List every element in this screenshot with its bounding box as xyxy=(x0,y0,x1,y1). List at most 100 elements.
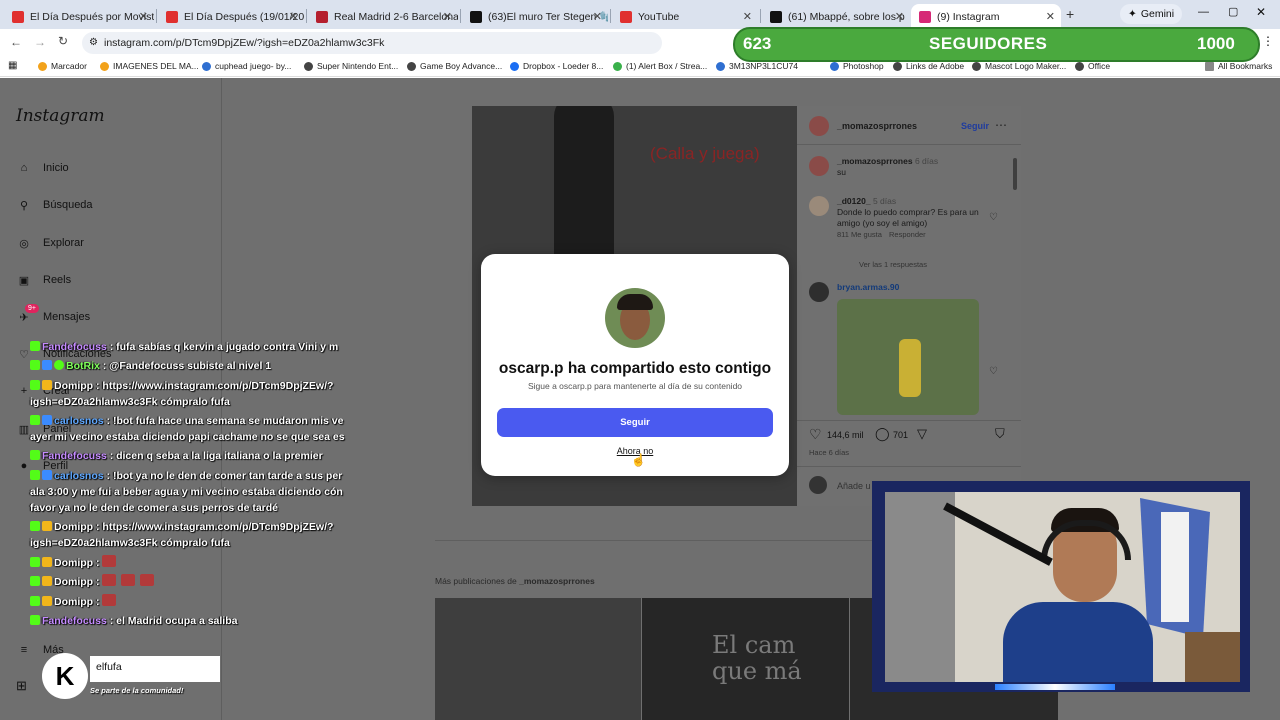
address-bar[interactable]: ⚙ instagram.com/p/DTcm9DpjZEw/?igsh=eDZ0… xyxy=(82,32,662,54)
bookmark[interactable]: cuphead juego- by... xyxy=(202,61,291,71)
flag-stripe-shape xyxy=(1161,512,1189,622)
chat-text: : xyxy=(96,596,100,608)
bookmark-icon[interactable]: ⛉ xyxy=(995,426,1005,442)
webcam-video xyxy=(885,492,1240,682)
bookmark[interactable]: 3M13NP3L1CU74 xyxy=(716,61,798,71)
share-dialog: oscarp.p ha compartido esto contigo Sigu… xyxy=(481,254,789,476)
share-icon[interactable]: ▽ xyxy=(917,426,927,442)
tab-active[interactable]: (9) Instagram ✕ xyxy=(911,4,1061,29)
comment-text: su xyxy=(837,167,846,177)
chat-line: carlosnos : !bot ya no le den de comer t… xyxy=(30,469,342,484)
avatar[interactable] xyxy=(809,196,829,216)
reply-link[interactable]: Responder xyxy=(889,230,926,239)
tab[interactable]: (63)El muro Ter Stegen 🧤#ta✕ xyxy=(462,4,608,29)
forward-icon[interactable]: → xyxy=(34,35,46,49)
chat-line: carlosnos : !bot fufa hace una semana se… xyxy=(30,414,343,429)
site-info-icon[interactable]: ⚙ xyxy=(89,32,98,54)
comment-text: Donde lo puedo comprar? Es para un amigo… xyxy=(837,207,979,228)
apps-icon[interactable]: ▦ xyxy=(8,60,17,71)
avatar[interactable] xyxy=(809,282,829,302)
back-icon[interactable]: ← xyxy=(10,35,22,49)
comment: _momazosprrones 6 días su xyxy=(837,156,1017,178)
tab-label: El Día Después por Movistar xyxy=(30,10,154,23)
chat-line: BotRix : @Fandefocuss subiste al nivel 1 xyxy=(30,359,271,374)
post-panel: _momazosprrones Seguir ⋯ _momazosprrones… xyxy=(797,106,1021,506)
webcam-frame xyxy=(872,481,1250,692)
heart-icon[interactable]: ♡ xyxy=(989,212,998,223)
chat-text: favor ya no le den de comer a sus perros… xyxy=(30,502,279,514)
dialog-title: oscarp.p ha compartido esto contigo xyxy=(498,360,772,377)
emote-icon xyxy=(102,555,117,567)
apps-grid-icon[interactable]: ⊞ xyxy=(16,678,27,694)
tab-label: YouTube xyxy=(638,10,680,23)
comment-image[interactable] xyxy=(837,299,979,415)
tab[interactable]: YouTube ✕ xyxy=(612,4,758,29)
close-icon[interactable]: ✕ xyxy=(743,10,752,23)
chat-text: : @Fandefocuss subiste al nivel 1 xyxy=(102,360,272,372)
add-comment-input[interactable]: Añade u xyxy=(837,481,871,491)
sidebar-item-home[interactable]: ⌂ Inicio xyxy=(16,160,69,176)
comment-icon[interactable]: ◯ xyxy=(875,426,890,442)
reload-icon[interactable]: ↻ xyxy=(58,34,68,48)
view-replies-link[interactable]: Ver las 1 respuestas xyxy=(859,260,927,269)
follow-button[interactable]: Seguir xyxy=(497,408,773,437)
follow-link[interactable]: Seguir xyxy=(961,121,989,131)
more-options-icon[interactable]: ⋯ xyxy=(995,118,1007,132)
avatar[interactable] xyxy=(809,116,829,136)
close-icon[interactable]: ✕ xyxy=(139,10,148,23)
bookmark[interactable]: IMAGENES DEL MA... xyxy=(100,61,199,71)
tab[interactable]: El Día Después (19/01/2026)✕ xyxy=(158,4,304,29)
grid-post[interactable]: El cam que má xyxy=(642,598,849,720)
bookmark[interactable]: Office xyxy=(1075,61,1110,71)
tab[interactable]: El Día Después por Movistar ✕ xyxy=(4,4,154,29)
sidebar-item-search[interactable]: ⚲ Búsqueda xyxy=(16,197,93,213)
tab-label: El Día Después (19/01/2026) xyxy=(184,10,304,23)
kick-badge-icon xyxy=(30,380,40,390)
bookmark[interactable]: Mascot Logo Maker... xyxy=(972,61,1066,71)
avatar[interactable] xyxy=(809,156,829,176)
scrollbar[interactable] xyxy=(1013,150,1018,410)
heart-icon[interactable]: ♡ xyxy=(989,366,998,377)
close-icon[interactable]: ✕ xyxy=(443,10,452,23)
close-icon[interactable]: ✕ xyxy=(1046,10,1055,23)
close-icon[interactable]: ✕ xyxy=(593,10,602,23)
kick-user-box: elfufa xyxy=(90,656,220,682)
instagram-logo[interactable]: Instagram xyxy=(16,106,105,126)
bookmark[interactable]: Dropbox - Loeder 8... xyxy=(510,61,603,71)
comment-user[interactable]: _momazosprrones xyxy=(837,156,913,166)
bookmark[interactable]: Game Boy Advance... xyxy=(407,61,502,71)
sidebar-item-reels[interactable]: ▣ Reels xyxy=(16,272,71,288)
tab[interactable]: Real Madrid 2-6 Barcelona (✕ xyxy=(308,4,458,29)
maximize-button[interactable]: ▢ xyxy=(1228,5,1238,18)
grid-post[interactable] xyxy=(435,598,641,720)
crown-badge-icon xyxy=(42,576,52,586)
tab-label: (9) Instagram xyxy=(937,10,1000,23)
bookmark[interactable]: Super Nintendo Ent... xyxy=(304,61,398,71)
close-icon[interactable]: ✕ xyxy=(895,10,904,23)
like-icon[interactable]: ♡ xyxy=(809,426,822,443)
gemini-button[interactable]: ✦ Gemini xyxy=(1120,4,1183,24)
tab[interactable]: (61) Mbappé, sobre los p ✕ xyxy=(762,4,910,29)
tab-favicon-icon xyxy=(770,10,782,23)
post-author[interactable]: _momazosprrones xyxy=(837,121,917,131)
more-posts-heading: Más publicaciones de _momazosprrones xyxy=(435,576,595,586)
sidebar-item-explore[interactable]: ◎ Explorar xyxy=(16,235,84,251)
all-bookmarks[interactable]: All Bookmarks xyxy=(1205,61,1272,71)
close-icon[interactable]: ✕ xyxy=(289,10,298,23)
chat-user: Domipp xyxy=(54,521,94,533)
more-posts-user[interactable]: _momazosprrones xyxy=(519,576,595,586)
comment-user[interactable]: _d0120_ xyxy=(837,196,871,206)
stream-chat-overlay: Fandefocuss : fufa sabías q kervin a jug… xyxy=(30,328,345,628)
kebab-menu-icon[interactable]: ⋮ xyxy=(1262,34,1274,48)
chat-line: favor ya no le den de comer a sus perros… xyxy=(30,501,278,516)
minimize-button[interactable]: — xyxy=(1198,6,1209,18)
bookmark[interactable]: Photoshop xyxy=(830,61,884,71)
comment-user[interactable]: bryan.armas.90 xyxy=(837,282,899,292)
chat-text: : !bot fufa hace una semana se mudaron m… xyxy=(106,415,344,427)
window-close-button[interactable]: ✕ xyxy=(1256,5,1266,19)
new-tab-button[interactable]: + xyxy=(1066,6,1074,22)
bookmark[interactable]: Marcador xyxy=(38,61,87,71)
bookmark[interactable]: (1) Alert Box / Strea... xyxy=(613,61,707,71)
bookmark[interactable]: Links de Adobe xyxy=(893,61,964,71)
sidebar-item-label: Mensajes xyxy=(43,311,91,323)
